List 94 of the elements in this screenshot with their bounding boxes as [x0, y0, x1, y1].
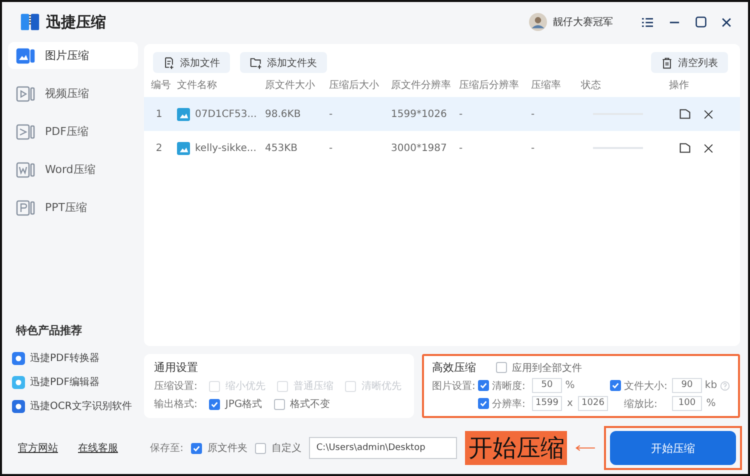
file-size-field[interactable]: 90 — [672, 378, 702, 393]
sidebar-item[interactable]: PDF压缩 — [8, 118, 138, 145]
setting-label: 输出格式: — [154, 398, 198, 411]
column-header: 原文件大小 — [265, 78, 316, 92]
unit-label: % — [564, 380, 576, 391]
setting-label: 清晰度: — [492, 380, 526, 392]
table-cell-text: - — [459, 108, 464, 120]
setting-label: 缩放比: — [624, 398, 658, 410]
image-icon — [16, 46, 36, 64]
column-header: 压缩率 — [531, 78, 562, 92]
avatar-icon[interactable] — [529, 13, 547, 31]
column-header: 状态 — [581, 78, 602, 92]
start-compress-button[interactable]: 开始压缩 — [610, 431, 736, 465]
setting-label: 图片设置: — [432, 380, 476, 392]
unit-label: % — [705, 398, 717, 409]
option-label[interactable]: 自定义 — [255, 441, 302, 455]
document-icon — [16, 160, 36, 178]
table-cell-text: 1599*1026 — [391, 108, 448, 120]
checkbox[interactable] — [255, 442, 266, 454]
checkbox[interactable] — [209, 398, 220, 410]
column-header: 压缩后大小 — [329, 78, 380, 92]
table-cell: 07D1CF53... — [195, 108, 257, 120]
table-cell-text: - — [459, 142, 464, 154]
document-icon — [16, 122, 36, 140]
close-icon[interactable] — [721, 16, 732, 28]
unit-label: kb — [704, 380, 718, 391]
add-file-icon — [163, 56, 175, 68]
column-header: 编号 — [151, 78, 172, 92]
table-cell-text: 453KB — [265, 142, 299, 154]
table-cell-text: 98.6KB — [265, 108, 302, 120]
table-cell-text: 2 — [154, 142, 164, 154]
checkbox[interactable] — [274, 398, 286, 410]
table-cell-text: - — [531, 108, 536, 120]
table-cell-text: 3000*1987 — [391, 142, 448, 154]
callout-label: 开始压缩 — [465, 431, 568, 465]
product-link[interactable]: 迅捷PDF转换器 — [8, 346, 138, 370]
footer-link[interactable]: 在线客服 — [78, 441, 118, 455]
add-folder-icon — [250, 56, 262, 68]
table-row[interactable]: 1 07D1CF53... 98.6KB - 1599*1026 - - — [144, 97, 740, 131]
user-name[interactable]: 靓仔大赛冠军 — [553, 15, 613, 29]
add-file-button[interactable]: 添加文件 — [153, 52, 230, 73]
section-title: 特色产品推荐 — [16, 323, 83, 338]
save-path-field[interactable]: C:\Users\admin\Desktop — [309, 437, 458, 459]
footer-link[interactable]: 官方网站 — [18, 441, 58, 455]
sidebar-item[interactable]: Word压缩 — [8, 156, 138, 183]
table-cell-text: 1 — [154, 108, 164, 120]
column-header: 原文件分辨率 — [391, 78, 452, 92]
setting-label: 压缩设置: — [154, 380, 198, 393]
clear-list-button[interactable]: 清空列表 — [651, 52, 728, 73]
image-file-icon — [177, 108, 190, 120]
panel-title: 通用设置 — [154, 360, 199, 375]
app-title: 迅捷压缩 — [46, 12, 106, 32]
table-cell: kelly-sikke... — [195, 142, 256, 154]
product-link[interactable]: 迅捷PDF编辑器 — [8, 370, 138, 394]
height-field[interactable]: 1026 — [578, 396, 608, 411]
clarity-field[interactable]: 50 — [532, 378, 562, 393]
panel-title: 高效压缩 — [432, 360, 476, 375]
arrow-icon — [575, 443, 596, 453]
zipper-logo-icon — [20, 12, 40, 32]
checkbox[interactable] — [191, 442, 202, 454]
column-header: 压缩后分辨率 — [459, 78, 520, 92]
column-header: 操作 — [669, 79, 690, 92]
checkbox[interactable] — [496, 362, 507, 373]
table-cell-text: - — [531, 142, 536, 154]
setting-label: 分辨率: — [492, 398, 526, 410]
sidebar-item[interactable]: PPT压缩 — [8, 194, 138, 221]
trash-icon — [661, 56, 673, 68]
separator-label: x — [566, 398, 574, 409]
menu-icon[interactable] — [641, 16, 654, 28]
save-label: 保存至: — [150, 442, 184, 455]
width-field[interactable]: 1599 — [532, 396, 562, 411]
product-link[interactable]: 迅捷OCR文字识别软件 — [8, 394, 138, 418]
image-file-icon — [177, 142, 190, 154]
table-row[interactable]: 2 kelly-sikke... 453KB - 3000*1987 - - — [144, 131, 740, 165]
column-header: 文件名称 — [177, 78, 218, 92]
scale-field[interactable]: 100 — [672, 396, 702, 411]
option-label[interactable]: 原文件夹 — [191, 441, 248, 455]
sidebar-item[interactable]: 视频压缩 — [8, 80, 138, 107]
checkbox[interactable] — [478, 398, 489, 409]
maximize-icon[interactable] — [695, 16, 707, 28]
close-icon[interactable] — [703, 142, 714, 154]
video-file-icon — [16, 84, 36, 102]
close-icon[interactable] — [703, 108, 714, 120]
checkbox[interactable] — [610, 380, 621, 391]
document-icon — [16, 198, 36, 216]
option-label[interactable]: 格式不变 — [274, 397, 330, 411]
table-cell-text: - — [329, 142, 334, 154]
add-folder-button[interactable]: 添加文件夹 — [240, 52, 327, 73]
option-label[interactable]: JPG格式 — [209, 397, 262, 411]
sidebar-item[interactable]: 图片压缩 — [8, 42, 138, 69]
option-label[interactable]: 应用到全部文件 — [496, 360, 582, 374]
table-cell-text: - — [329, 108, 334, 120]
setting-label: 文件大小: — [624, 380, 668, 392]
checkbox[interactable] — [478, 380, 489, 391]
